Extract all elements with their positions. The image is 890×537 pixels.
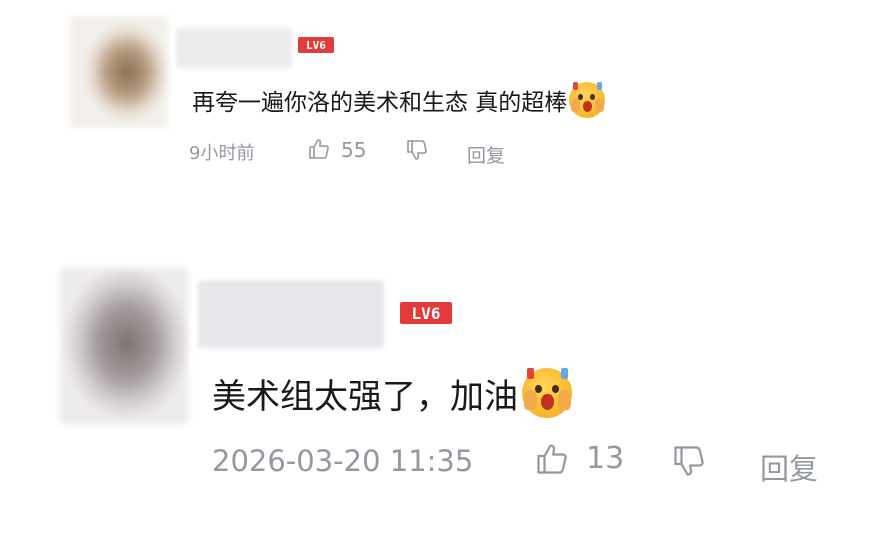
crying-clapping-emoji-icon	[569, 82, 606, 118]
comment-list: LV6 再夸一遍你洛的美术和生态 真的超棒 9小时前 55 回复 LV6 美术组…	[0, 0, 890, 537]
like-count: 13	[586, 441, 625, 476]
comment-text: 再夸一遍你洛的美术和生态 真的超棒	[192, 90, 568, 116]
comment-content: 美术组太强了，加油	[212, 368, 572, 418]
avatar[interactable]	[60, 268, 188, 424]
thumbs-down-icon[interactable]	[405, 138, 429, 166]
reply-button[interactable]: 回复	[760, 446, 818, 488]
thumbs-up-icon[interactable]	[534, 441, 570, 481]
level-badge: LV6	[298, 37, 334, 53]
avatar[interactable]	[70, 16, 168, 128]
thumbs-up-icon[interactable]	[307, 137, 331, 165]
reply-button[interactable]: 回复	[467, 141, 505, 168]
comment-time: 2026-03-20 11:35	[212, 444, 474, 478]
thumbs-down-icon[interactable]	[671, 443, 707, 483]
like-count: 55	[341, 138, 367, 162]
comment-content: 再夸一遍你洛的美术和生态 真的超棒	[192, 82, 606, 118]
username-blurred[interactable]	[176, 28, 292, 68]
comment-time: 9小时前	[189, 143, 255, 164]
username-blurred[interactable]	[198, 280, 384, 348]
level-badge: LV6	[400, 302, 452, 324]
comment-text: 美术组太强了，加油	[212, 376, 518, 417]
crying-clapping-emoji-icon	[522, 368, 572, 418]
